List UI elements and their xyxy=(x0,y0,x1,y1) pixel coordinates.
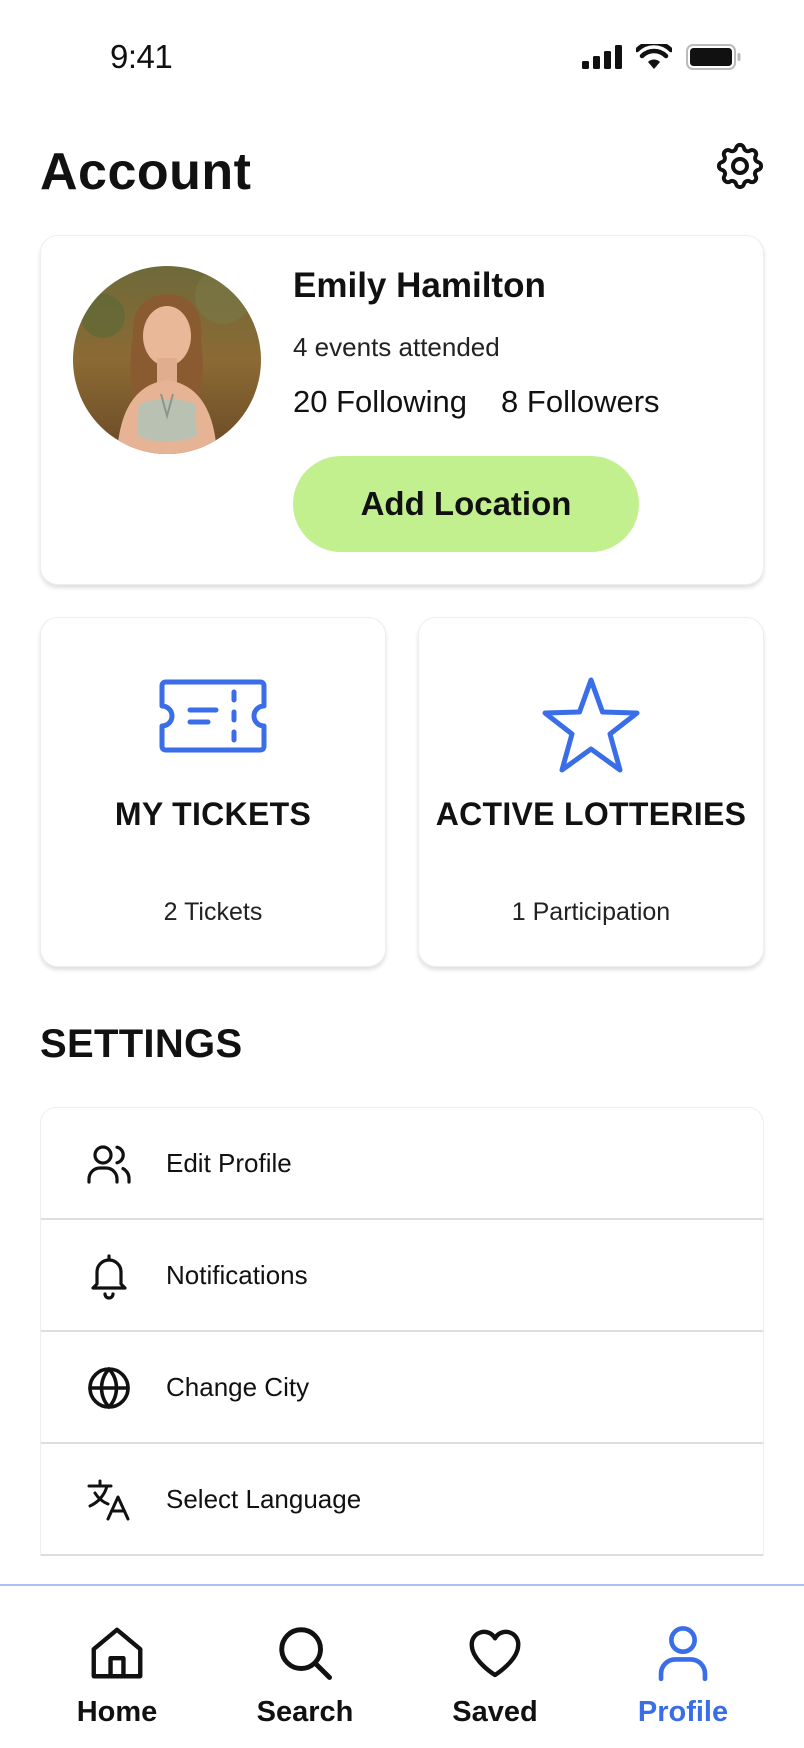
add-location-button[interactable]: Add Location xyxy=(293,456,639,552)
avatar-photo xyxy=(73,266,261,454)
cellular-signal-icon xyxy=(582,45,622,69)
tab-profile[interactable]: Profile xyxy=(603,1586,763,1748)
settings-item-label: Select Language xyxy=(166,1484,362,1514)
bottom-tab-bar: Home Search Saved Profile xyxy=(0,1584,804,1748)
settings-button[interactable] xyxy=(712,138,768,194)
tab-label: Profile xyxy=(637,1696,729,1728)
settings-list: Edit Profile Notifications Change City S… xyxy=(40,1107,764,1556)
wifi-icon xyxy=(636,44,672,69)
status-bar: 9:41 xyxy=(0,0,804,100)
translate-icon xyxy=(87,1479,130,1521)
settings-item-label: Notifications xyxy=(166,1260,308,1290)
tab-label: Home xyxy=(76,1696,158,1728)
battery-icon xyxy=(686,44,741,70)
following-count[interactable]: 20 Following xyxy=(293,384,467,420)
tab-search[interactable]: Search xyxy=(225,1586,385,1748)
settings-section-title: SETTINGS xyxy=(40,1022,243,1066)
settings-item-label: Change City xyxy=(166,1372,310,1402)
tile-title: MY TICKETS xyxy=(114,796,312,832)
status-icons xyxy=(582,44,742,70)
tab-saved[interactable]: Saved xyxy=(415,1586,575,1748)
profile-icon xyxy=(658,1626,708,1682)
tab-label: Saved xyxy=(452,1696,538,1728)
home-icon xyxy=(91,1627,143,1679)
tab-label: Search xyxy=(256,1696,354,1728)
ticket-icon xyxy=(159,679,267,753)
avatar[interactable] xyxy=(73,266,261,454)
status-time: 9:41 xyxy=(110,38,173,75)
bell-icon xyxy=(91,1254,127,1300)
events-attended: 4 events attended xyxy=(293,332,500,362)
heart-icon xyxy=(469,1629,521,1678)
settings-item-change-city[interactable]: Change City xyxy=(41,1332,763,1444)
gear-icon xyxy=(716,142,764,190)
profile-card: Emily Hamilton 4 events attended 20 Foll… xyxy=(40,235,764,585)
tile-title: ACTIVE LOTTERIES xyxy=(435,796,747,832)
profile-name: Emily Hamilton xyxy=(293,266,546,305)
followers-count[interactable]: 8 Followers xyxy=(501,384,660,420)
my-tickets-tile[interactable]: MY TICKETS 2 Tickets xyxy=(40,617,386,967)
globe-icon xyxy=(88,1367,130,1409)
search-icon xyxy=(279,1627,332,1680)
tile-subtitle: 2 Tickets xyxy=(163,898,263,926)
page-title: Account xyxy=(40,143,252,201)
settings-item-select-language[interactable]: Select Language xyxy=(41,1444,763,1556)
star-icon xyxy=(542,677,640,773)
active-lotteries-tile[interactable]: ACTIVE LOTTERIES 1 Participation xyxy=(418,617,764,967)
tab-home[interactable]: Home xyxy=(37,1586,197,1748)
follow-stats: 20 Following 8 Followers xyxy=(293,384,660,420)
users-icon xyxy=(87,1145,131,1184)
settings-item-label: Edit Profile xyxy=(166,1148,292,1178)
tile-subtitle: 1 Participation xyxy=(511,898,671,926)
settings-item-edit-profile[interactable]: Edit Profile xyxy=(41,1108,763,1220)
settings-item-notifications[interactable]: Notifications xyxy=(41,1220,763,1332)
